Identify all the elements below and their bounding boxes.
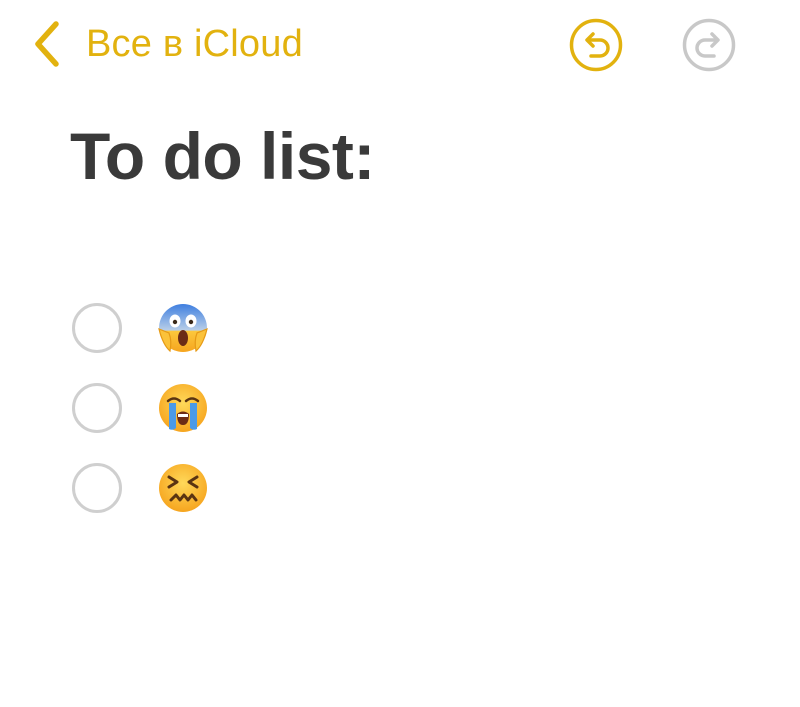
checklist-item[interactable] <box>72 448 210 528</box>
redo-icon <box>682 18 736 72</box>
checklist-item[interactable] <box>72 288 210 368</box>
face-screaming-in-fear-icon <box>156 301 210 355</box>
checkbox-unchecked[interactable] <box>72 383 122 433</box>
undo-icon <box>569 18 623 72</box>
note-title[interactable]: To do list: <box>70 118 375 194</box>
checklist <box>72 288 210 528</box>
chevron-left-icon <box>35 21 59 67</box>
confounded-face-icon <box>156 461 210 515</box>
checkbox-unchecked[interactable] <box>72 463 122 513</box>
undo-button[interactable] <box>569 18 623 72</box>
back-button-label: Все в iCloud <box>86 22 303 65</box>
checkbox-unchecked[interactable] <box>72 303 122 353</box>
back-button[interactable]: Все в iCloud <box>28 18 303 70</box>
redo-button[interactable] <box>682 18 736 72</box>
checklist-item[interactable] <box>72 368 210 448</box>
loudly-crying-face-icon <box>156 381 210 435</box>
notes-screen: Все в iCloud To do list: <box>0 0 800 707</box>
